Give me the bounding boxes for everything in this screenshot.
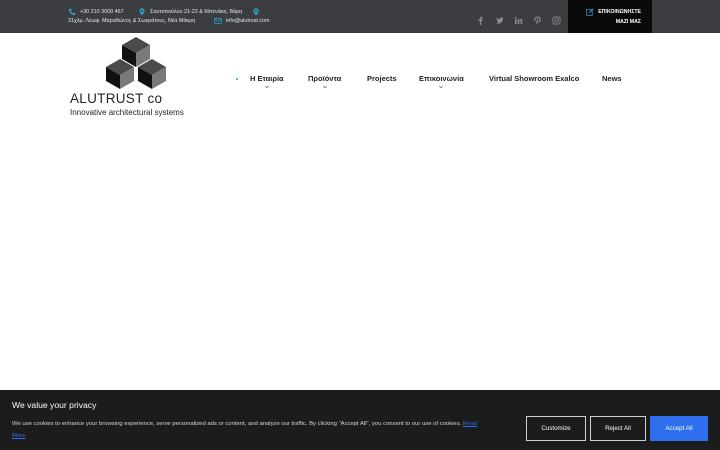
address-secondary-pin (252, 8, 264, 16)
nav-indicator-dot (236, 78, 238, 80)
nav-item-label: Projects (367, 74, 397, 83)
nav-item-label: Η Εταιρία (250, 74, 284, 83)
linkedin-icon[interactable] (514, 12, 523, 25)
contact-us-label-line1: ΕΠΙΚΟΙΝΩΝΗΣΤΕ (598, 9, 641, 15)
nav-item-label: Επικοινωνία (419, 74, 464, 83)
nav-item-label: Προϊόντα (308, 74, 342, 83)
phone-contact[interactable]: +30 210 3000 467 (68, 8, 124, 16)
address-secondary-text: 31χλμ. Λεωφ. Μαραθώνος & Σωκράτους, Νέα … (68, 18, 196, 24)
cookie-title: We value your privacy (12, 400, 97, 410)
cookie-text: We use cookies to enhance your browsing … (12, 421, 462, 427)
location-pin-icon (253, 8, 259, 16)
location-pin-icon (139, 8, 145, 16)
accept-all-button[interactable]: Accept All (650, 416, 708, 441)
twitter-icon[interactable] (495, 12, 504, 24)
email-address: info@alutrust.com (226, 18, 270, 24)
phone-icon (68, 8, 76, 16)
envelope-icon (214, 18, 222, 24)
logo-title: ALUTRUST co (70, 91, 163, 106)
edit-icon (586, 8, 594, 16)
chevron-down-icon (264, 85, 269, 89)
nav-item-label: Virtual Showroom Exalco (489, 74, 580, 83)
reject-all-button[interactable]: Reject All (590, 416, 646, 441)
nav-item-contact[interactable]: Επικοινωνία (419, 74, 464, 89)
nav-item-label: News (602, 74, 622, 83)
nav-item-news[interactable]: News (602, 74, 622, 83)
nav-item-projects[interactable]: Projects (367, 74, 397, 83)
top-bar: +30 210 3000 467 Σαυτοπούλου 21-23 & Μπε… (0, 0, 720, 33)
instagram-icon[interactable] (552, 12, 561, 25)
address-primary-text: Σαυτοπούλου 21-23 & Μπενάκη, Βάρη (150, 9, 243, 15)
nav-item-products[interactable]: Προϊόντα (308, 74, 342, 89)
contact-us-button[interactable]: ΕΠΙΚΟΙΝΩΝΗΣΤΕ ΜΑΖΙ ΜΑΣ (568, 0, 652, 33)
phone-number: +30 210 3000 467 (80, 9, 124, 15)
address-primary[interactable]: Σαυτοπούλου 21-23 & Μπενάκη, Βάρη (138, 8, 242, 16)
social-links (476, 12, 561, 25)
facebook-icon[interactable] (476, 12, 485, 25)
nav-item-company[interactable]: Η Εταιρία (250, 74, 284, 89)
site-logo[interactable]: ALUTRUST co Innovative architectural sys… (70, 37, 202, 119)
pinterest-icon[interactable] (533, 12, 542, 25)
chevron-down-icon (322, 85, 327, 89)
email-contact[interactable]: info@alutrust.com (214, 17, 270, 25)
nav-item-virtual-showroom[interactable]: Virtual Showroom Exalco (489, 74, 579, 83)
logo-subtitle: Innovative architectural systems (70, 108, 184, 117)
chevron-down-icon (439, 85, 444, 89)
logo-cubes-mark (106, 37, 166, 89)
address-secondary[interactable]: 31χλμ. Λεωφ. Μαραθώνος & Σωκράτους, Νέα … (68, 18, 195, 24)
page: +30 210 3000 467 Σαυτοπούλου 21-23 & Μπε… (0, 0, 720, 450)
customize-button[interactable]: Customize (526, 416, 586, 441)
cookie-description: We use cookies to enhance your browsing … (12, 418, 490, 442)
contact-us-label-line2: ΜΑΖΙ ΜΑΣ (615, 19, 641, 25)
